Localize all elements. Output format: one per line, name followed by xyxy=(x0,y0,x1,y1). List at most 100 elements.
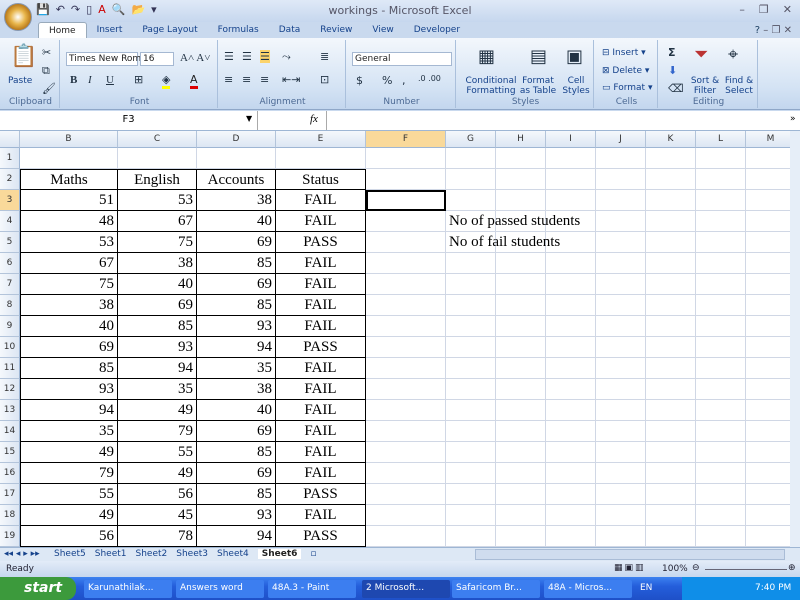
autosum-button[interactable]: Σ xyxy=(668,46,676,59)
clear-icon[interactable]: ⌫ xyxy=(668,82,684,95)
cell[interactable] xyxy=(596,274,646,295)
cell[interactable] xyxy=(496,463,546,484)
cell[interactable] xyxy=(446,442,496,463)
find-select-button[interactable]: Find & Select xyxy=(722,76,756,96)
cell[interactable] xyxy=(546,253,596,274)
table-cell[interactable]: 48 xyxy=(20,211,118,232)
paste-icon[interactable]: 📋 xyxy=(10,44,37,69)
cell[interactable] xyxy=(366,316,446,337)
cell[interactable] xyxy=(746,484,790,505)
cell[interactable] xyxy=(546,274,596,295)
column-header-G[interactable]: G xyxy=(446,131,496,148)
cell[interactable] xyxy=(596,211,646,232)
sheet-tab-sheet4[interactable]: Sheet4 xyxy=(217,549,249,559)
cell[interactable] xyxy=(596,337,646,358)
table-cell[interactable]: FAIL xyxy=(276,442,366,463)
cell[interactable] xyxy=(596,505,646,526)
grow-font-icon[interactable]: A˄ A˅ xyxy=(180,52,210,64)
row-header-19[interactable]: 19 xyxy=(0,526,20,547)
font-name-select[interactable]: Times New Rom xyxy=(66,52,141,66)
cell[interactable] xyxy=(646,337,696,358)
cell[interactable] xyxy=(546,148,596,169)
table-cell[interactable]: 38 xyxy=(20,295,118,316)
underline-button[interactable]: U xyxy=(106,74,114,86)
row-header-12[interactable]: 12 xyxy=(0,379,20,400)
align-middle-icon[interactable]: ☰ xyxy=(242,50,252,63)
cell[interactable] xyxy=(446,253,496,274)
tab-data[interactable]: Data xyxy=(269,22,311,39)
table-cell[interactable]: FAIL xyxy=(276,190,366,211)
cell[interactable] xyxy=(696,232,746,253)
row-header-18[interactable]: 18 xyxy=(0,505,20,526)
cell[interactable] xyxy=(446,526,496,547)
row-header-6[interactable]: 6 xyxy=(0,253,20,274)
table-cell[interactable]: 35 xyxy=(197,358,276,379)
cell[interactable] xyxy=(696,211,746,232)
note-passed-students[interactable]: No of passed students xyxy=(446,211,583,232)
cell[interactable] xyxy=(366,232,446,253)
horizontal-scrollbar[interactable] xyxy=(475,549,785,560)
table-cell[interactable]: 56 xyxy=(118,484,197,505)
cell[interactable] xyxy=(546,484,596,505)
table-cell[interactable]: 49 xyxy=(118,463,197,484)
cell[interactable] xyxy=(696,358,746,379)
cell[interactable] xyxy=(496,505,546,526)
table-cell[interactable]: 78 xyxy=(118,526,197,547)
table-cell[interactable]: 93 xyxy=(197,316,276,337)
currency-button[interactable]: $ xyxy=(356,74,363,87)
cell[interactable] xyxy=(646,169,696,190)
table-header-cell[interactable]: Maths xyxy=(20,169,118,190)
cell[interactable] xyxy=(596,400,646,421)
cell[interactable] xyxy=(646,379,696,400)
italic-button[interactable]: I xyxy=(88,74,92,86)
table-cell[interactable]: PASS xyxy=(276,337,366,358)
table-cell[interactable]: 69 xyxy=(20,337,118,358)
column-header-K[interactable]: K xyxy=(646,131,696,148)
cell[interactable] xyxy=(696,337,746,358)
sheet-tab-sheet1[interactable]: Sheet1 xyxy=(95,549,127,559)
cell[interactable] xyxy=(496,421,546,442)
cell[interactable] xyxy=(546,337,596,358)
cell[interactable] xyxy=(696,400,746,421)
table-cell[interactable]: 85 xyxy=(20,358,118,379)
table-cell[interactable]: 69 xyxy=(197,232,276,253)
column-header-I[interactable]: I xyxy=(546,131,596,148)
sheet-tab-sheet3[interactable]: Sheet3 xyxy=(176,549,208,559)
insert-button[interactable]: ⊟ Insert ▾ xyxy=(602,48,646,58)
insert-function-button[interactable]: fx xyxy=(310,113,318,125)
sheet-tab-sheet5[interactable]: Sheet5 xyxy=(54,549,86,559)
cell[interactable] xyxy=(496,337,546,358)
cell[interactable] xyxy=(646,232,696,253)
table-cell[interactable]: 40 xyxy=(197,211,276,232)
table-cell[interactable]: FAIL xyxy=(276,295,366,316)
cell[interactable] xyxy=(366,337,446,358)
table-cell[interactable]: 35 xyxy=(118,379,197,400)
bold-button[interactable]: B xyxy=(70,74,77,86)
row-header-8[interactable]: 8 xyxy=(0,295,20,316)
cell[interactable] xyxy=(496,190,546,211)
table-header-cell[interactable]: Status xyxy=(276,169,366,190)
restore-button[interactable]: ❐ xyxy=(759,3,769,16)
zoom-out-button[interactable]: ⊖ xyxy=(692,563,700,573)
cell[interactable] xyxy=(596,316,646,337)
cell[interactable] xyxy=(696,442,746,463)
tab-review[interactable]: Review xyxy=(310,22,362,39)
indent-icon[interactable]: ⇤⇥ xyxy=(282,73,300,86)
table-cell[interactable]: 94 xyxy=(118,358,197,379)
column-header-D[interactable]: D xyxy=(197,131,276,148)
cell[interactable] xyxy=(746,526,790,547)
cell[interactable] xyxy=(366,358,446,379)
cell[interactable] xyxy=(366,295,446,316)
cell[interactable] xyxy=(646,295,696,316)
select-all-corner[interactable] xyxy=(0,131,20,148)
tab-page-layout[interactable]: Page Layout xyxy=(132,22,207,39)
cell[interactable] xyxy=(596,379,646,400)
expand-formula-bar-icon[interactable]: » xyxy=(790,114,796,124)
taskbar-item[interactable]: Safaricom Br... xyxy=(452,580,540,598)
sheet-nav-icon[interactable]: ◂◂ ◂ ▸ ▸▸ xyxy=(4,549,40,559)
cell[interactable] xyxy=(496,484,546,505)
cell[interactable] xyxy=(746,274,790,295)
cell[interactable] xyxy=(446,421,496,442)
align-right-icon[interactable]: ≡ xyxy=(260,73,269,86)
borders-icon[interactable]: ⊞ xyxy=(134,73,143,86)
